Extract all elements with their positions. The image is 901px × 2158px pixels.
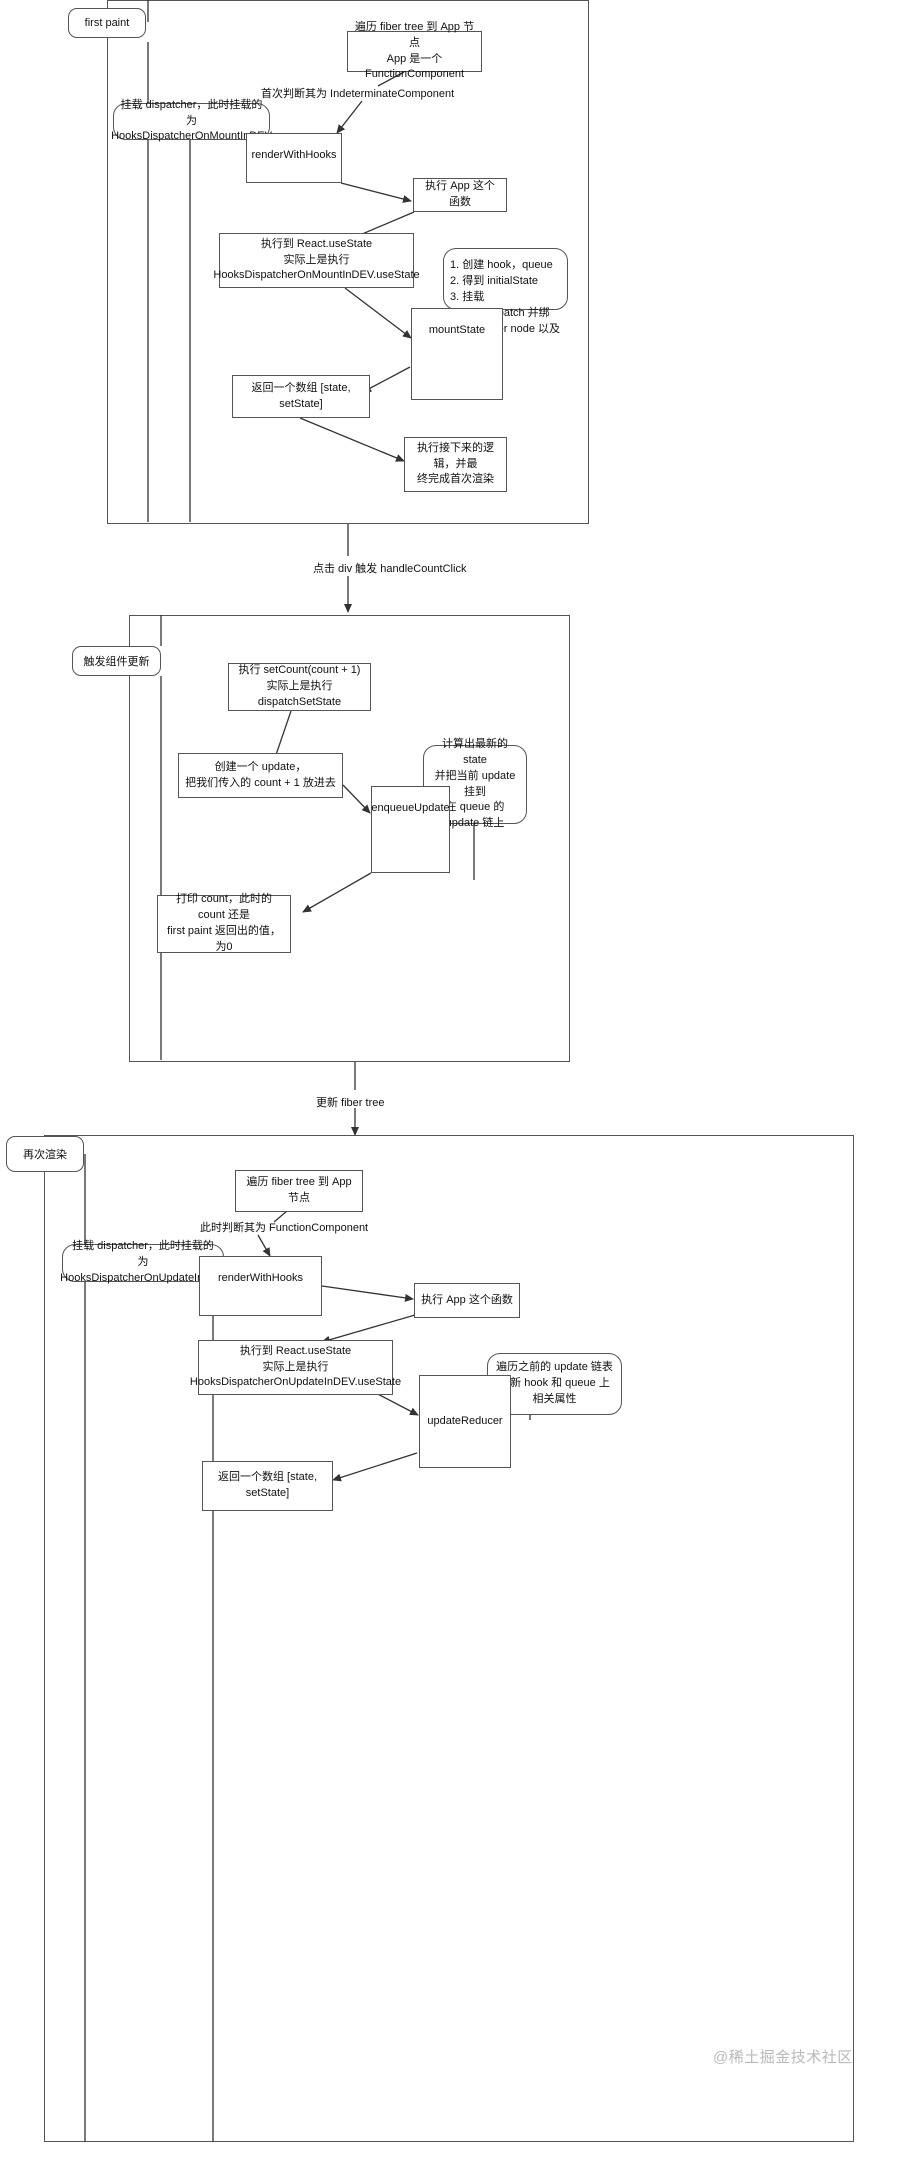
node-tu-enqueue-update: enqueueUpdate	[371, 786, 450, 873]
node-fp-mount-state: mountState	[411, 308, 503, 400]
node-rr-return-array: 返回一个数组 [state, setState]	[202, 1461, 333, 1511]
node-fp-traverse: 遍历 fiber tree 到 App 节点 App 是一个 FunctionC…	[347, 21, 482, 80]
node-rr-traverse: 遍历 fiber tree 到 App 节点	[235, 1170, 363, 1212]
connector-label-update-fiber-tree: 更新 fiber tree	[316, 1097, 385, 1109]
node-fp-mount-notes: 1. 创建 hook，queue 2. 得到 initialState 3. 挂…	[443, 248, 568, 367]
node-fp-usestate: 执行到 React.useState 实际上是执行 HooksDispatche…	[213, 233, 420, 288]
node-fp-finish: 执行接下来的逻辑，并最 终完成首次渲染	[404, 437, 507, 492]
node-tu-create-update: 创建一个 update， 把我们传入的 count + 1 放进去	[178, 753, 343, 798]
section-pill-first-paint: first paint	[68, 8, 146, 38]
watermark: @稀土掘金技术社区	[713, 2049, 853, 2066]
edge-label-indeterminate-component: 首次判断其为 IndeterminateComponent	[261, 88, 455, 100]
section-pill-trigger-update-label: 触发组件更新	[83, 656, 150, 668]
node-rr-update-reducer: updateReducer	[419, 1375, 511, 1468]
flowchart-canvas: first paint 遍历 fiber tree 到 App 节点 App 是…	[0, 0, 901, 2158]
section-pill-re-render: 再次渲染	[6, 1136, 84, 1172]
node-fp-run-app: 执行 App 这个函数	[413, 178, 507, 212]
edge-label-function-component: 此时判断其为 FunctionComponent	[200, 1222, 369, 1234]
section-pill-first-paint-label: first paint	[84, 17, 130, 29]
node-fp-return-array: 返回一个数组 [state, setState]	[232, 375, 370, 418]
node-rr-render-with-hooks: renderWithHooks	[199, 1256, 322, 1316]
section-pill-trigger-update: 触发组件更新	[72, 646, 161, 676]
section-pill-re-render-label: 再次渲染	[23, 1149, 67, 1161]
node-rr-run-app: 执行 App 这个函数	[414, 1283, 520, 1318]
node-fp-render-with-hooks: renderWithHooks	[246, 133, 342, 183]
node-tu-setcount: 执行 setCount(count + 1) 实际上是执行 dispatchSe…	[228, 663, 371, 711]
node-rr-usestate: 执行到 React.useState 实际上是执行 HooksDispatche…	[190, 1340, 401, 1395]
connector-label-click-div: 点击 div 触发 handleCountClick	[313, 563, 467, 575]
node-tu-print-count: 打印 count，此时的 count 还是 first paint 返回出的值，…	[157, 893, 291, 953]
